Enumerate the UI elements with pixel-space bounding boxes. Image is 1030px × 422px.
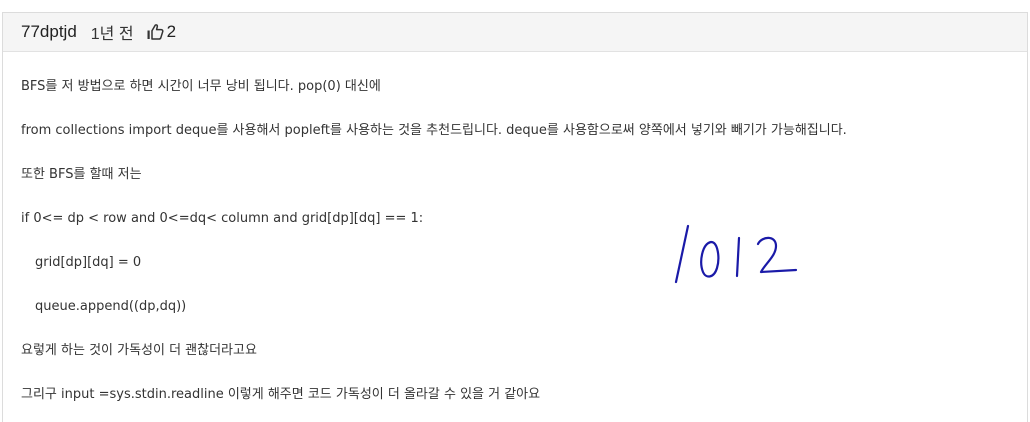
comment-time: 1년 전	[90, 26, 134, 43]
comment-header: 77dptjd 1년 전 2	[3, 13, 1027, 52]
comment-line: 또한 BFS를 할때 저는	[21, 167, 142, 182]
handwritten-annotation	[674, 224, 798, 284]
like-count: 2	[166, 22, 177, 41]
comment-line: BFS를 저 방법으로 하면 시간이 너무 낭비 됩니다. pop(0) 대신에	[21, 79, 381, 94]
comment-card: 77dptjd 1년 전 2 BFS를 저 방법으로 하면 시간이 너무 낭비 …	[2, 12, 1028, 422]
comment-line: from collections import deque를 사용해서 popl…	[21, 123, 847, 138]
comment-line: 그리구 input =sys.stdin.readline 이렇게 해주면 코드…	[21, 387, 541, 402]
comment-line: queue.append((dp,dq))	[35, 299, 187, 314]
comment-line: if 0<= dp < row and 0<=dq< column and gr…	[21, 211, 424, 226]
comment-author[interactable]: 77dptjd	[21, 22, 77, 42]
comment-line: 요렇게 하는 것이 가독성이 더 괜찮더라고요	[21, 343, 257, 358]
like-button[interactable]: 2	[146, 22, 176, 42]
thumbs-up-icon	[147, 24, 164, 40]
comment-line: grid[dp][dq] = 0	[35, 255, 142, 270]
comment-body: BFS를 저 방법으로 하면 시간이 너무 낭비 됩니다. pop(0) 대신에…	[3, 52, 1027, 404]
